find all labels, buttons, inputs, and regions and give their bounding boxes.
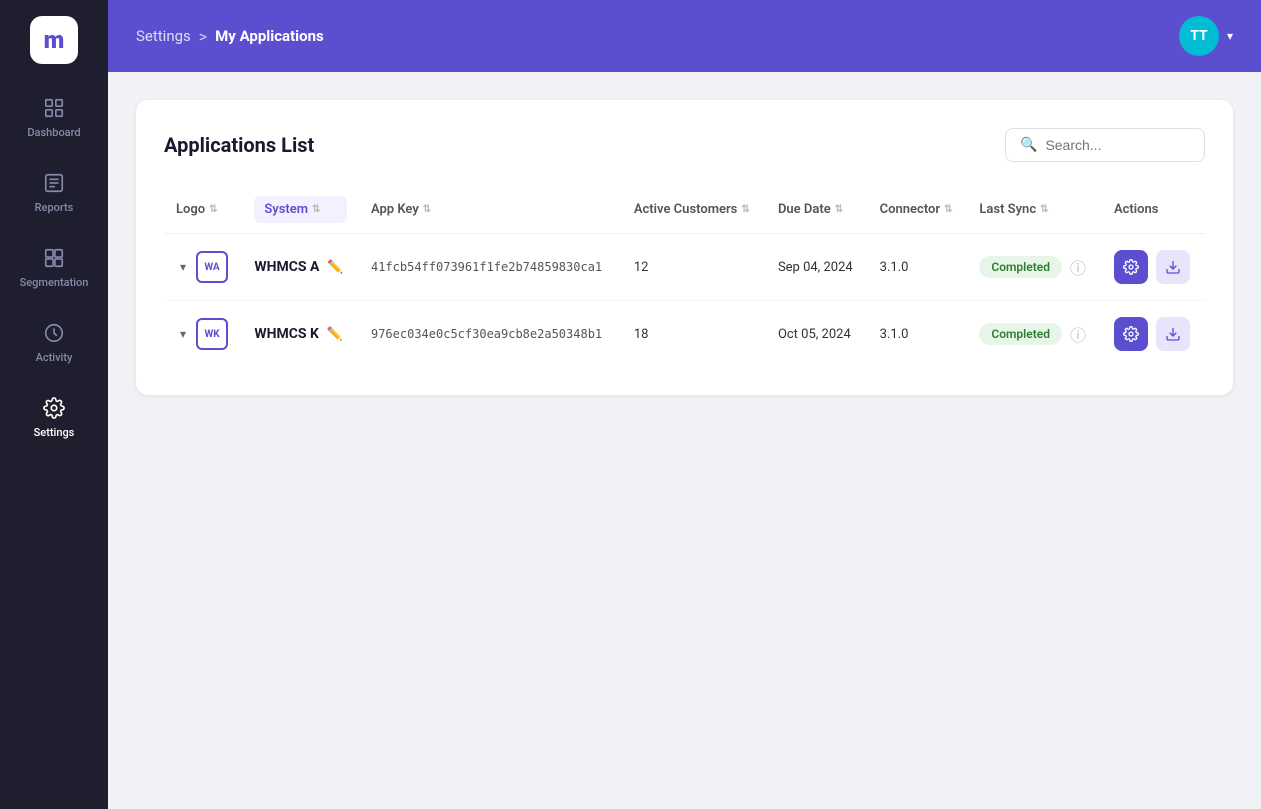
col-due-date[interactable]: Due Date ⇅ <box>766 186 868 234</box>
card-header: Applications List 🔍 <box>164 128 1205 162</box>
sort-logo-icon: ⇅ <box>209 204 217 215</box>
sidebar-label-activity: Activity <box>36 351 73 364</box>
system-cell: WHMCS K ✏️ <box>242 301 359 368</box>
due-date-cell: Sep 04, 2024 <box>766 234 868 301</box>
applications-table: Logo ⇅ System ⇅ App Key <box>164 186 1205 367</box>
sort-duedate-icon: ⇅ <box>835 204 843 215</box>
settings-action-button[interactable] <box>1114 250 1148 284</box>
applications-card: Applications List 🔍 Logo ⇅ <box>136 100 1233 395</box>
download-action-button[interactable] <box>1156 250 1190 284</box>
header-right: TT ▾ <box>1179 16 1233 56</box>
sort-customers-icon: ⇅ <box>741 204 749 215</box>
download-action-button[interactable] <box>1156 317 1190 351</box>
col-active-customers[interactable]: Active Customers ⇅ <box>622 186 766 234</box>
sort-lastsync-icon: ⇅ <box>1040 204 1048 215</box>
avatar-dropdown-arrow[interactable]: ▾ <box>1227 29 1233 43</box>
col-actions: Actions <box>1102 186 1205 234</box>
sidebar-label-dashboard: Dashboard <box>27 126 80 139</box>
page-content: Applications List 🔍 Logo ⇅ <box>108 72 1261 809</box>
breadcrumb-parent[interactable]: Settings <box>136 27 191 45</box>
edit-icon[interactable]: ✏️ <box>327 260 343 275</box>
header: Settings > My Applications TT ▾ <box>108 0 1261 72</box>
col-app-key[interactable]: App Key ⇅ <box>359 186 622 234</box>
help-icon[interactable]: ⓘ <box>1070 255 1086 279</box>
sidebar-label-settings: Settings <box>34 426 75 439</box>
col-connector[interactable]: Connector ⇅ <box>868 186 968 234</box>
sidebar-item-dashboard[interactable]: Dashboard <box>0 80 108 155</box>
sidebar: m Dashboard Reports <box>0 0 108 809</box>
col-last-sync[interactable]: Last Sync ⇅ <box>967 186 1102 234</box>
col-logo[interactable]: Logo ⇅ <box>164 186 242 234</box>
sidebar-item-reports[interactable]: Reports <box>0 155 108 230</box>
logo-cell: ▾ WK <box>164 301 242 368</box>
breadcrumb-separator: > <box>199 27 207 46</box>
search-icon: 🔍 <box>1020 137 1037 153</box>
status-badge: Completed <box>979 256 1062 278</box>
app-key-cell: 41fcb54ff073961f1fe2b74859830ca1 <box>359 234 622 301</box>
page-title: Applications List <box>164 133 314 157</box>
help-icon[interactable]: ⓘ <box>1070 322 1086 346</box>
breadcrumb: Settings > My Applications <box>136 27 324 46</box>
status-badge: Completed <box>979 323 1062 345</box>
edit-icon[interactable]: ✏️ <box>327 327 343 342</box>
segmentation-icon <box>42 246 66 270</box>
sort-connector-icon: ⇅ <box>944 204 952 215</box>
sidebar-label-reports: Reports <box>35 201 74 214</box>
table-row: ▾ WA WHMCS A ✏️ 41fcb54ff073961f1fe2b748… <box>164 234 1205 301</box>
connector-cell: 3.1.0 <box>868 234 968 301</box>
settings-action-button[interactable] <box>1114 317 1148 351</box>
connector-cell: 3.1.0 <box>868 301 968 368</box>
app-badge: WK <box>196 318 228 350</box>
last-sync-cell: Completed ⓘ <box>967 234 1102 301</box>
sidebar-item-activity[interactable]: Activity <box>0 305 108 380</box>
sidebar-item-settings[interactable]: Settings <box>0 380 108 455</box>
active-customers-cell: 12 <box>622 234 766 301</box>
system-name: WHMCS A <box>254 259 319 275</box>
sort-system-icon: ⇅ <box>312 204 320 215</box>
actions-cell <box>1102 234 1205 301</box>
reports-icon <box>42 171 66 195</box>
actions-cell <box>1102 301 1205 368</box>
search-input[interactable] <box>1045 137 1190 153</box>
active-customers-cell: 18 <box>622 301 766 368</box>
activity-icon <box>42 321 66 345</box>
sidebar-logo: m <box>0 0 108 80</box>
logo-box[interactable]: m <box>30 16 78 64</box>
sidebar-item-segmentation[interactable]: Segmentation <box>0 230 108 305</box>
due-date-cell: Oct 05, 2024 <box>766 301 868 368</box>
sidebar-label-segmentation: Segmentation <box>20 276 89 289</box>
table-row: ▾ WK WHMCS K ✏️ 976ec034e0c5cf30ea9cb8e2… <box>164 301 1205 368</box>
user-avatar[interactable]: TT <box>1179 16 1219 56</box>
expand-button[interactable]: ▾ <box>176 323 190 345</box>
expand-button[interactable]: ▾ <box>176 256 190 278</box>
main-content: Settings > My Applications TT ▾ Applicat… <box>108 0 1261 809</box>
settings-icon <box>42 396 66 420</box>
last-sync-cell: Completed ⓘ <box>967 301 1102 368</box>
logo-cell: ▾ WA <box>164 234 242 301</box>
sort-appkey-icon: ⇅ <box>423 204 431 215</box>
app-key-cell: 976ec034e0c5cf30ea9cb8e2a50348b1 <box>359 301 622 368</box>
col-system[interactable]: System ⇅ <box>242 186 359 234</box>
search-box[interactable]: 🔍 <box>1005 128 1205 162</box>
avatar-initials: TT <box>1190 28 1207 44</box>
dashboard-icon <box>42 96 66 120</box>
logo-letter: m <box>44 26 65 54</box>
breadcrumb-current: My Applications <box>215 27 324 45</box>
system-name: WHMCS K <box>254 326 319 342</box>
app-badge: WA <box>196 251 228 283</box>
system-cell: WHMCS A ✏️ <box>242 234 359 301</box>
